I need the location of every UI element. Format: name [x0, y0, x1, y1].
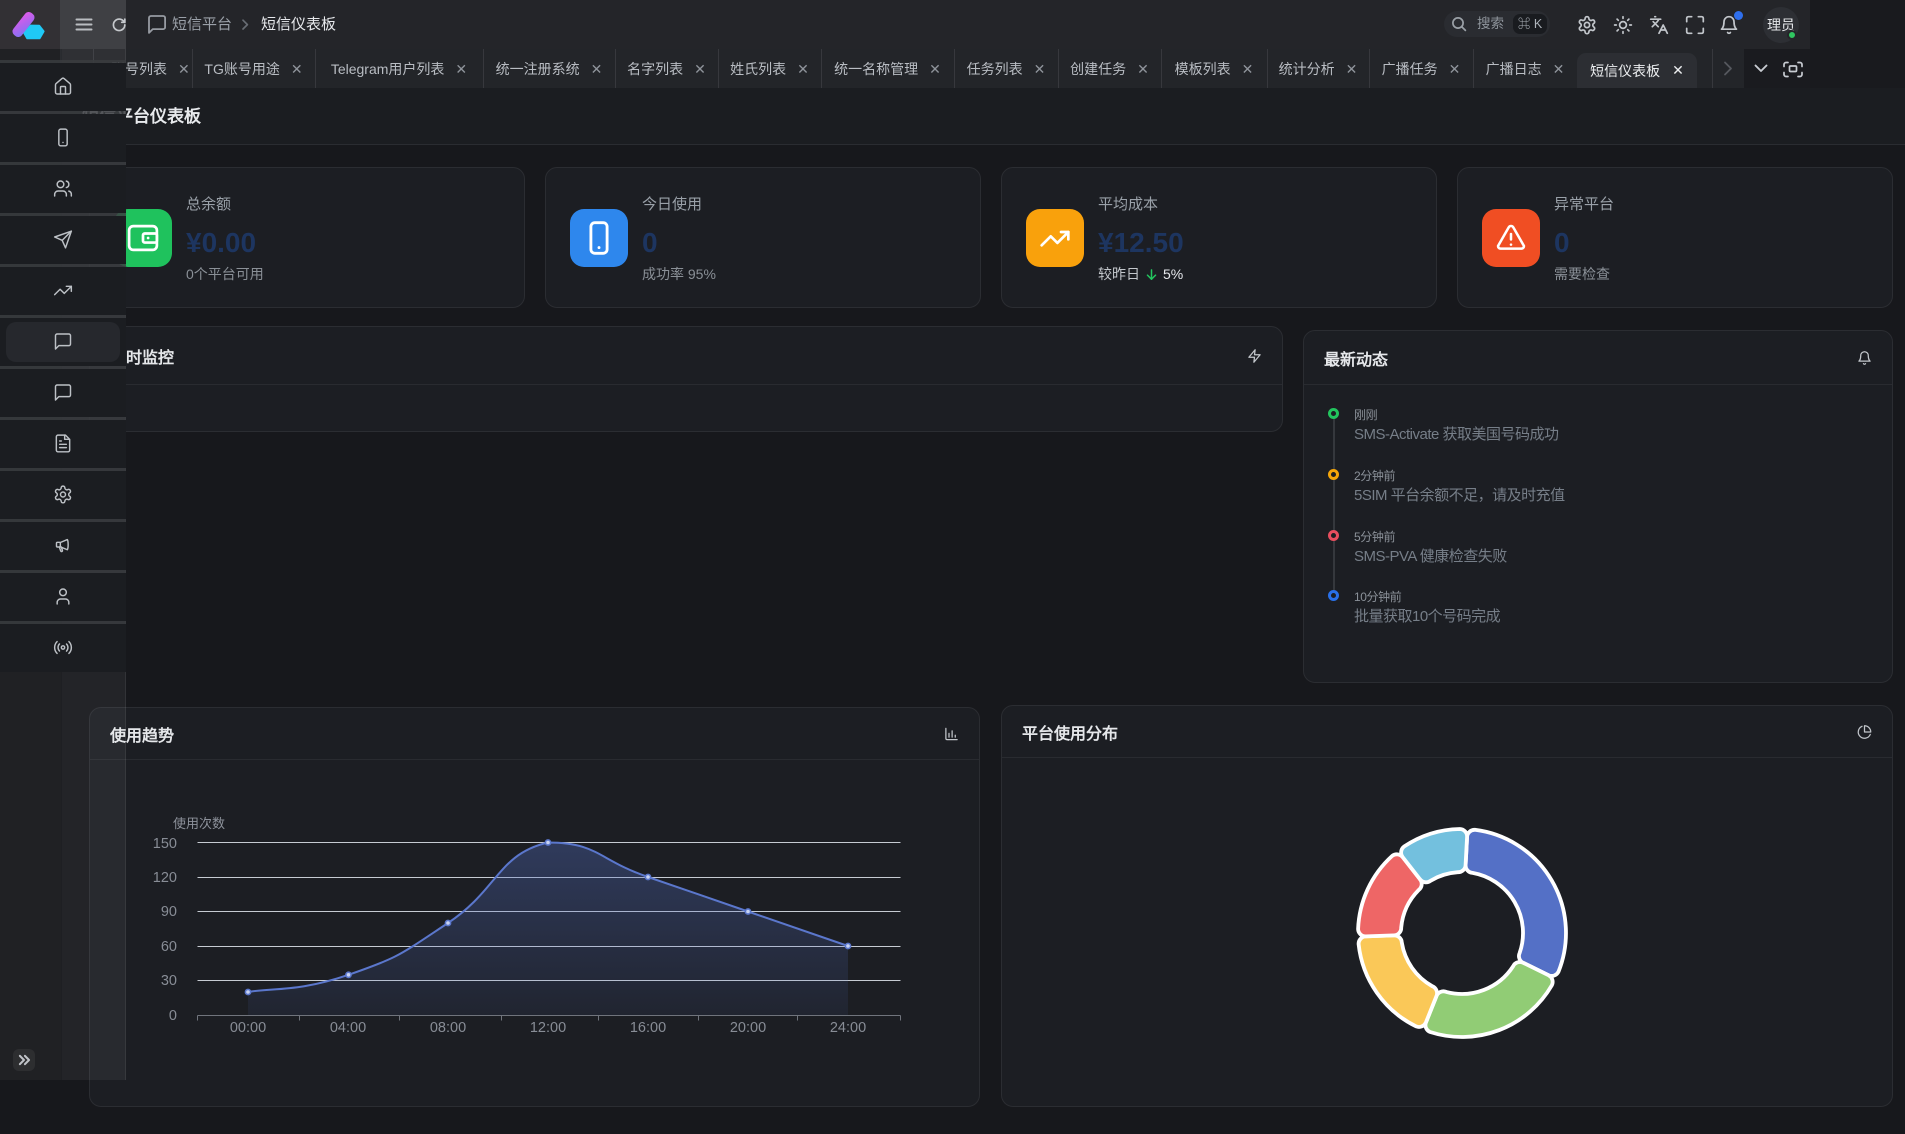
- svg-text:30: 30: [161, 973, 177, 989]
- svg-text:120: 120: [153, 870, 177, 886]
- svg-text:150: 150: [153, 836, 177, 852]
- svg-text:60: 60: [161, 939, 177, 955]
- svg-text:04:00: 04:00: [330, 1020, 366, 1036]
- svg-text:使用次数: 使用次数: [173, 816, 225, 831]
- svg-text:24:00: 24:00: [830, 1020, 866, 1036]
- svg-text:00:00: 00:00: [230, 1020, 266, 1036]
- svg-text:08:00: 08:00: [430, 1020, 466, 1036]
- svg-text:20:00: 20:00: [730, 1020, 766, 1036]
- svg-text:90: 90: [161, 904, 177, 920]
- svg-text:16:00: 16:00: [630, 1020, 666, 1036]
- svg-text:12:00: 12:00: [530, 1020, 566, 1036]
- svg-text:0: 0: [169, 1008, 177, 1024]
